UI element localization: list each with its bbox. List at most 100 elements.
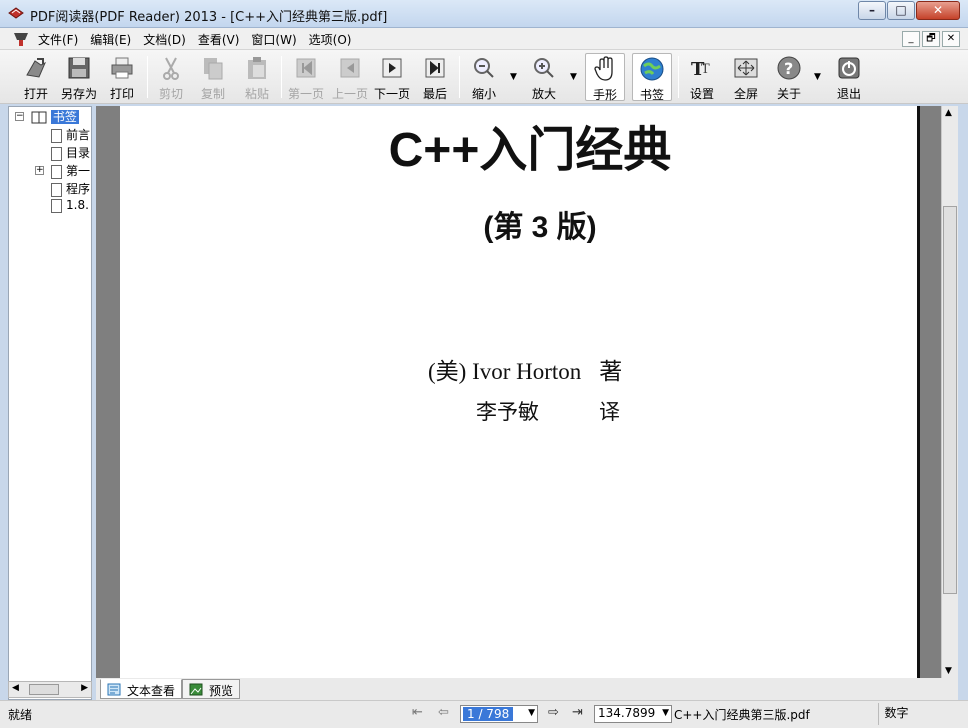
menu-document[interactable]: 文档(D) [137, 31, 192, 48]
exit-button[interactable]: 退出 [832, 53, 866, 101]
mdi-minimize-button[interactable]: _ [902, 31, 920, 47]
collapse-icon[interactable]: − [15, 112, 24, 121]
fullscreen-button[interactable]: 全屏 [728, 53, 764, 101]
tree-item[interactable]: 第一 [51, 162, 90, 180]
menu-view[interactable]: 查看(V) [192, 31, 246, 48]
cut-button[interactable]: 剪切 [154, 53, 188, 101]
text-settings-icon: TT [691, 59, 710, 80]
last-page-icon [425, 58, 445, 78]
save-icon [68, 57, 90, 79]
zoom-level-select[interactable]: 134.7899 ▼ [594, 705, 672, 723]
tree-item[interactable]: 目录 [51, 144, 90, 162]
scroll-thumb[interactable] [943, 206, 957, 594]
page-icon [51, 182, 62, 197]
maximize-button[interactable]: □ [887, 1, 915, 20]
scroll-thumb[interactable] [29, 684, 59, 695]
hand-tool-button[interactable]: 手形 [585, 53, 625, 102]
mdi-restore-button[interactable]: 🗗 [922, 31, 940, 47]
tree-item[interactable]: 程序 [51, 180, 90, 198]
maximize-icon: □ [895, 3, 907, 17]
about-button[interactable]: ? 关于 [772, 53, 806, 101]
pdf-page: C++入门经典 (第 3 版) (美) Ivor Horton 著 李予敏译 [120, 106, 920, 678]
scroll-up-icon[interactable]: ▲ [945, 108, 952, 118]
book-icon [31, 111, 47, 124]
previous-page-button[interactable]: 上一页 [330, 53, 370, 101]
bookmark-button[interactable]: 书签 [632, 53, 672, 102]
book-edition: (第 3 版) [483, 211, 597, 244]
zoom-in-icon [534, 58, 554, 78]
open-button[interactable]: 打开 [18, 53, 54, 101]
menu-options[interactable]: 选项(O) [303, 31, 358, 48]
page-icon [51, 128, 62, 143]
last-page-arrow-icon[interactable]: ⇥ [572, 705, 583, 720]
scroll-down-icon[interactable]: ▼ [945, 666, 952, 676]
bookmark-horizontal-scrollbar[interactable]: ◀ ▶ [8, 681, 92, 698]
document-viewer[interactable]: C++入门经典 (第 3 版) (美) Ivor Horton 著 李予敏译 [96, 106, 958, 678]
paste-button[interactable]: 粘贴 [240, 53, 274, 101]
zoom-out-dropdown-icon[interactable]: ▼ [510, 72, 517, 82]
svg-text:T: T [701, 62, 710, 77]
first-page-arrow-icon[interactable]: ⇤ [412, 705, 423, 720]
scroll-left-icon[interactable]: ◀ [12, 683, 19, 693]
zoom-out-icon [474, 58, 494, 78]
power-icon [838, 57, 860, 79]
save-as-button[interactable]: 另存为 [58, 53, 100, 101]
mdi-close-button[interactable]: ✕ [942, 31, 960, 47]
last-page-button[interactable]: 最后 [418, 53, 452, 101]
text-view-icon [107, 683, 121, 696]
preview-icon [189, 683, 203, 696]
zoom-in-button[interactable]: 放大 [526, 53, 562, 101]
scroll-right-icon[interactable]: ▶ [81, 683, 88, 693]
tree-item[interactable]: 1.8. [51, 198, 89, 216]
print-button[interactable]: 打印 [104, 53, 140, 101]
copy-icon [204, 58, 223, 80]
zoom-in-dropdown-icon[interactable]: ▼ [570, 72, 577, 82]
tab-text-view[interactable]: 文本查看 [100, 679, 183, 699]
book-translator: 李予敏译 [476, 400, 620, 424]
tab-preview[interactable]: 预览 [182, 679, 241, 699]
minimize-button[interactable]: – [858, 1, 886, 20]
bookmark-tree: − 书签 前言 目录 + 第一 程序 1.8. [8, 106, 92, 700]
tree-item[interactable]: 前言 [51, 126, 90, 144]
hand-icon [594, 56, 613, 81]
open-icon [26, 58, 46, 78]
menu-window[interactable]: 窗口(W) [245, 31, 302, 48]
zoom-out-button[interactable]: 缩小 [466, 53, 502, 101]
app-logo-icon [8, 7, 24, 19]
next-page-arrow-icon[interactable]: ⇨ [548, 705, 559, 720]
close-button[interactable]: ✕ [916, 1, 960, 20]
document-vertical-scrollbar[interactable]: ▲ ▼ [941, 106, 958, 678]
paste-icon [248, 57, 266, 79]
settings-button[interactable]: TT 设置 [684, 53, 720, 101]
numlock-indicator: 数字 [878, 703, 914, 725]
document-menu-icon[interactable] [12, 31, 30, 47]
chevron-down-icon: ▼ [528, 708, 535, 718]
tree-root[interactable]: 书签 [31, 108, 79, 126]
title-bar: PDF阅读器(PDF Reader) 2013 - [C++入门经典第三版.pd… [0, 0, 968, 28]
status-text: 就绪 [8, 708, 33, 722]
book-author: (美) Ivor Horton 著 [428, 359, 623, 384]
menu-edit[interactable]: 编辑(E) [84, 31, 137, 48]
page-icon [51, 198, 62, 213]
fullscreen-icon [734, 58, 758, 78]
expand-icon[interactable]: + [35, 166, 44, 175]
menu-bar: 文件(F) 编辑(E) 文档(D) 查看(V) 窗口(W) 选项(O) _ 🗗 … [0, 28, 968, 50]
copy-button[interactable]: 复制 [196, 53, 230, 101]
next-page-icon [382, 58, 402, 78]
previous-page-arrow-icon[interactable]: ⇦ [438, 705, 449, 720]
printer-icon [111, 57, 133, 79]
first-page-button[interactable]: 第一页 [286, 53, 326, 101]
chevron-down-icon: ▼ [662, 708, 669, 718]
previous-page-icon [340, 58, 360, 78]
page-number-select[interactable]: 1 / 798 ▼ [460, 705, 538, 723]
page-icon [51, 164, 62, 179]
status-bar: 就绪 ⇤ ⇦ 1 / 798 ▼ ⇨ ⇥ 134.7899 ▼ C++入门经典第… [0, 700, 968, 728]
scissors-icon [163, 57, 179, 80]
book-title: C++入门经典 [388, 124, 672, 177]
first-page-icon [296, 58, 316, 78]
minimize-icon: – [869, 3, 875, 17]
view-tabs: 文本查看 预览 [96, 678, 958, 700]
about-dropdown-icon[interactable]: ▼ [814, 72, 821, 82]
next-page-button[interactable]: 下一页 [372, 53, 412, 101]
menu-file[interactable]: 文件(F) [32, 31, 84, 48]
